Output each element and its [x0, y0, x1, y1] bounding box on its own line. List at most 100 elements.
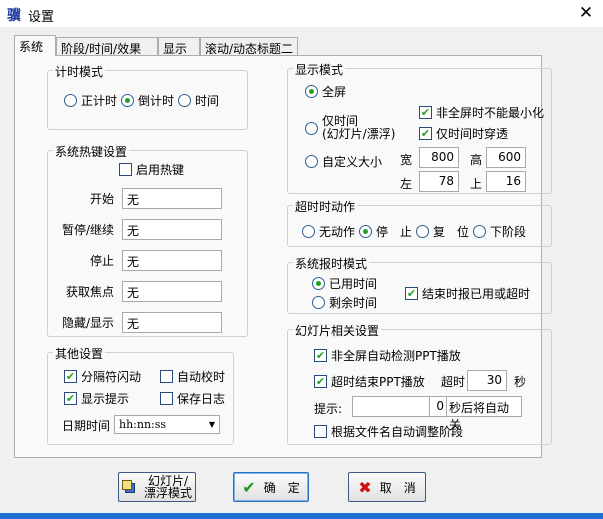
radio-reset[interactable]	[416, 225, 430, 238]
label: 启用热键	[136, 163, 185, 177]
label: 显示提示	[81, 392, 130, 406]
label: 正计时	[81, 94, 118, 108]
title-bar: 骥 设置 ✕	[0, 0, 603, 27]
group-caption: 系统热键设置	[53, 143, 130, 160]
tab-display[interactable]: 显示	[158, 37, 200, 56]
end-report-checkbox[interactable]: ✔	[405, 287, 418, 300]
cancel-button[interactable]: ✖ 取 消	[348, 472, 426, 502]
label: 仅时间时穿透	[436, 127, 509, 141]
hotkey-label: 暂停/继续	[61, 223, 114, 237]
label: 剩余时间	[329, 296, 378, 310]
label: 结束时报已用或超时	[422, 287, 531, 301]
hotkey-stop-input[interactable]: 无	[122, 250, 222, 271]
auto-sync-checkbox[interactable]	[160, 370, 173, 383]
blink-checkbox[interactable]: ✔	[64, 370, 77, 383]
label: 非全屏时不能最小化	[436, 106, 545, 120]
datetime-label: 日期时间	[62, 419, 111, 433]
left-input[interactable]: 78	[419, 171, 459, 192]
hotkey-label: 获取焦点	[65, 285, 114, 299]
display-mode-group: 显示模式 全屏 仅时间 (幻灯片/漂浮) 自定义大小 ✔ 非全屏时不能最小化 ✔ 仅时…	[287, 61, 552, 194]
passthrough-checkbox[interactable]: ✔	[419, 127, 432, 140]
other-settings-group: 其他设置 ✔ 分隔符闪动 自动校时 ✔ 显示提示 保存日志 日期时间 hh:nn:s…	[47, 345, 234, 445]
group-caption: 幻灯片相关设置	[293, 322, 382, 339]
timeout-action-group: 超时时动作 无动作 停 止 复 位 下阶段	[287, 198, 552, 247]
no-minimize-checkbox[interactable]: ✔	[419, 106, 432, 119]
width-input[interactable]: 800	[419, 147, 459, 168]
datetime-format-select[interactable]: hh:nn:ss ▼	[114, 415, 220, 434]
button-label: 取 消	[379, 480, 416, 495]
report-mode-group: 系统报时模式 已用时间 剩余时间 ✔ 结束时报已用或超时	[287, 255, 552, 314]
hotkey-focus-input[interactable]: 无	[122, 281, 222, 302]
tab-scroll-title[interactable]: 滚动/动态标题二	[200, 37, 298, 56]
label: 全屏	[322, 85, 347, 99]
app-icon: 骥	[7, 8, 21, 24]
radio-remaining[interactable]	[312, 296, 325, 309]
radio-count-up[interactable]	[64, 94, 77, 107]
label: 时间	[195, 94, 220, 108]
label: 仅时间	[322, 114, 359, 128]
timer-mode-group: 计时模式 正计时 倒计时 时间	[47, 63, 248, 130]
group-caption: 系统报时模式	[293, 255, 370, 272]
timeout-seconds-input[interactable]: 30	[467, 370, 507, 391]
radio-time-only[interactable]	[305, 121, 318, 135]
taskbar-edge	[0, 513, 603, 519]
save-log-checkbox[interactable]	[160, 392, 173, 405]
tip-input[interactable]	[352, 396, 430, 417]
label: 宽	[400, 153, 413, 167]
slide-mode-button[interactable]: 幻灯片/ 漂浮模式	[118, 472, 196, 502]
label: 上	[470, 177, 483, 191]
radio-no-action[interactable]	[302, 225, 315, 238]
label: 复 位	[433, 225, 470, 239]
label: 下阶段	[490, 225, 527, 239]
select-value: hh:nn:ss	[119, 418, 167, 431]
label: 左	[400, 177, 413, 191]
hotkey-pause-input[interactable]: 无	[122, 219, 222, 240]
radio-clock[interactable]	[178, 94, 192, 107]
group-caption: 显示模式	[293, 61, 346, 78]
button-label: 幻灯片/ 漂浮模式	[143, 474, 192, 500]
group-caption: 其他设置	[53, 345, 106, 362]
slides-group: 幻灯片相关设置 ✔ 非全屏自动检测PPT播放 ✔ 超时结束PPT播放 超时 30 秒…	[287, 322, 552, 445]
chevron-down-icon: ▼	[208, 420, 215, 429]
group-caption: 超时时动作	[293, 198, 358, 215]
label: 超时结束PPT播放	[331, 375, 425, 389]
label: 自定义大小	[322, 155, 383, 169]
label: 非全屏自动检测PPT播放	[331, 349, 461, 363]
label: 高	[470, 153, 483, 167]
hotkey-group: 系统热键设置 启用热键 开始无 暂停/继续无 停止无 获取焦点无 隐藏/显示无	[47, 143, 248, 337]
label: 秒	[514, 375, 527, 389]
hotkey-label: 隐藏/显示	[61, 316, 114, 330]
timeout-end-ppt-checkbox[interactable]: ✔	[314, 375, 327, 388]
enable-hotkey-checkbox[interactable]	[119, 163, 132, 176]
label: 分隔符闪动	[81, 370, 142, 384]
radio-custom-size[interactable]	[305, 155, 318, 168]
cross-icon: ✖	[358, 477, 372, 497]
tip-seconds-input[interactable]: 0	[429, 396, 447, 417]
window-title: 设置	[28, 10, 55, 25]
radio-countdown[interactable]	[121, 94, 135, 107]
tab-system[interactable]: 系统	[14, 35, 56, 56]
label: 提示:	[314, 402, 343, 416]
radio-fullscreen[interactable]	[305, 85, 318, 98]
label: (幻灯片/漂浮)	[322, 127, 396, 141]
top-input[interactable]: 16	[486, 171, 526, 192]
close-button[interactable]: ✕	[576, 3, 596, 23]
ok-button[interactable]: ✔ 确 定	[233, 472, 309, 502]
radio-elapsed[interactable]	[312, 277, 325, 290]
auto-stage-checkbox[interactable]	[314, 425, 327, 438]
hotkey-toggle-input[interactable]: 无	[122, 312, 222, 333]
label: 保存日志	[177, 392, 226, 406]
label: 超时	[441, 375, 466, 389]
show-tip-checkbox[interactable]: ✔	[64, 392, 77, 405]
auto-detect-ppt-checkbox[interactable]: ✔	[314, 349, 327, 362]
tab-stage-time-effect[interactable]: 阶段/时间/效果	[56, 37, 158, 56]
height-input[interactable]: 600	[486, 147, 526, 168]
hotkey-label: 停止	[89, 254, 114, 268]
radio-next-stage[interactable]	[473, 225, 487, 238]
label: 倒计时	[138, 94, 175, 108]
windows-icon	[121, 480, 136, 494]
hotkey-start-input[interactable]: 无	[122, 188, 222, 209]
radio-stop[interactable]	[359, 225, 373, 238]
tip-suffix: 秒后将自动关	[446, 396, 522, 432]
checkmark-icon: ✔	[242, 477, 256, 497]
